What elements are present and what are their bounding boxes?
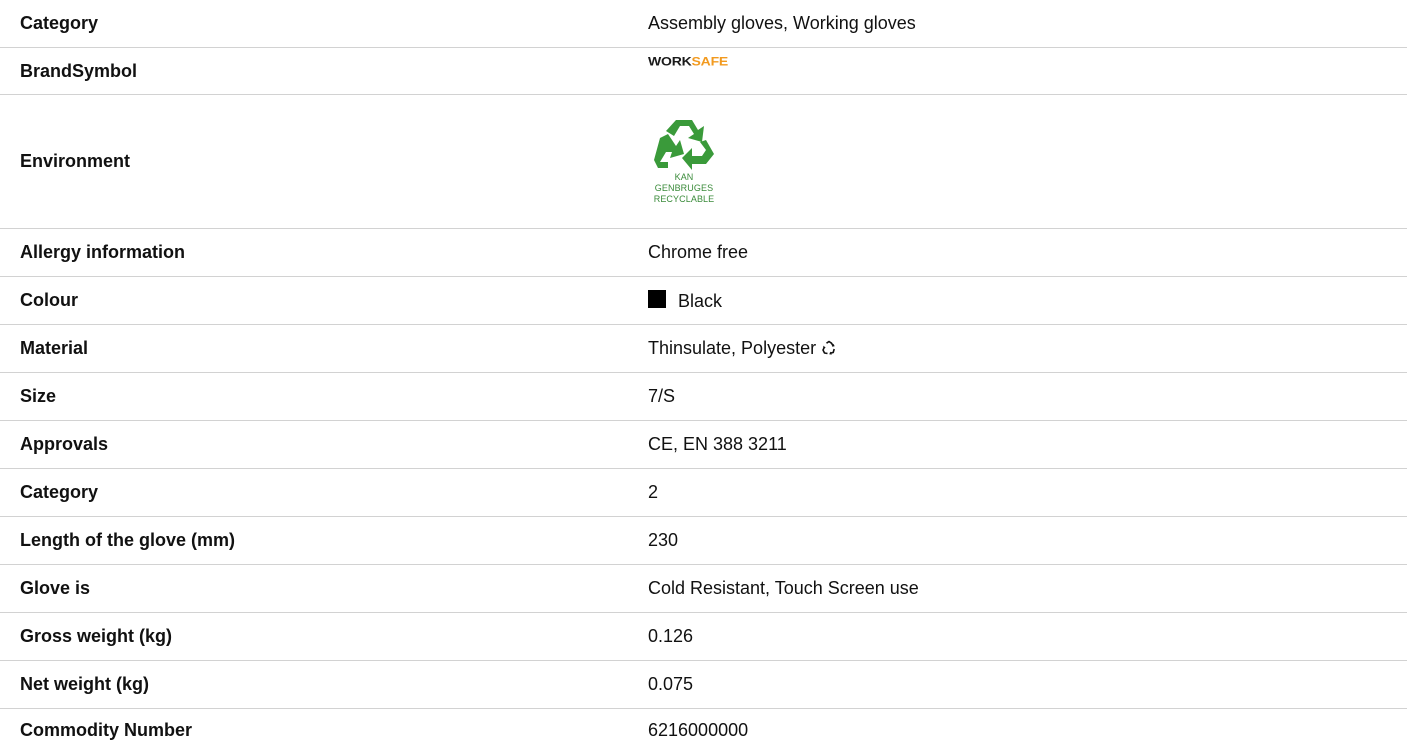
spec-value: CE, EN 388 3211 <box>648 434 787 454</box>
spec-row-approvals: Approvals CE, EN 388 3211 <box>0 420 1407 468</box>
spec-value: 0.126 <box>648 626 694 646</box>
spec-label: Category <box>20 482 99 502</box>
spec-value: Black <box>633 276 1407 324</box>
spec-label: BrandSymbol <box>20 60 138 81</box>
spec-value: 0.075 <box>648 674 694 694</box>
spec-label: Glove is <box>20 578 91 598</box>
spec-row-glove-is: Glove is Cold Resistant, Touch Screen us… <box>0 564 1407 612</box>
spec-value: 7/S <box>648 386 676 406</box>
badge-line-recyclable: RECYCLABLE <box>653 194 715 204</box>
spec-label: Approvals <box>20 434 109 454</box>
spec-row-net-weight: Net weight (kg) 0.075 <box>0 660 1407 708</box>
material-value: Thinsulate, Polyester <box>648 338 817 358</box>
spec-label: Commodity Number <box>20 720 193 741</box>
spec-label: Net weight (kg) <box>20 674 149 694</box>
spec-row-allergy-information: Allergy information Chrome free <box>0 228 1407 276</box>
spec-row-environment: Environment KAN GENBRUGES RECYCLABLE <box>0 94 1407 228</box>
spec-value: 6216000000 <box>648 720 749 741</box>
colour-value: Black <box>678 290 723 311</box>
color-swatch-icon <box>648 289 666 308</box>
brand-logo-part-work: WORK <box>648 53 692 68</box>
worksafe-brand-logo: WORKSAFE <box>648 54 728 68</box>
spec-row-category-level: Category 2 <box>0 468 1407 516</box>
spec-label: Allergy information <box>20 242 186 262</box>
recycle-icon <box>641 116 727 172</box>
spec-value: Cold Resistant, Touch Screen use <box>648 578 919 598</box>
spec-label: Length of the glove (mm) <box>20 530 235 550</box>
recyclable-badge: KAN GENBRUGES RECYCLABLE <box>641 116 727 205</box>
spec-value: Assembly gloves, Working gloves <box>648 13 916 34</box>
spec-value: KAN GENBRUGES RECYCLABLE <box>633 94 1407 228</box>
spec-row-glove-length: Length of the glove (mm) 230 <box>0 516 1407 564</box>
spec-label: Size <box>20 386 57 406</box>
spec-value: Thinsulate, Polyester <box>633 324 1407 372</box>
badge-line-genbruges: GENBRUGES <box>654 183 714 193</box>
spec-value: 2 <box>648 482 659 502</box>
spec-row-brand-symbol: BrandSymbol WORKSAFE <box>0 47 1407 94</box>
spec-row-commodity-number: Commodity Number 6216000000 <box>0 708 1407 752</box>
spec-value: 230 <box>648 530 679 550</box>
spec-row-size: Size 7/S <box>0 372 1407 420</box>
spec-value: WORKSAFE <box>633 47 1407 94</box>
spec-label: Category <box>20 13 99 34</box>
brand-logo-part-safe: SAFE <box>691 53 729 68</box>
spec-row-category: Category Assembly gloves, Working gloves <box>0 0 1407 47</box>
spec-label: Gross weight (kg) <box>20 626 173 646</box>
product-specifications-table: Category Assembly gloves, Working gloves… <box>0 0 1407 752</box>
badge-line-kan: KAN <box>674 172 694 182</box>
spec-label: Environment <box>20 151 131 171</box>
spec-row-colour: Colour Black <box>0 276 1407 324</box>
spec-label: Material <box>20 338 89 358</box>
spec-value: Chrome free <box>648 242 749 262</box>
spec-label: Colour <box>20 290 78 310</box>
spec-row-gross-weight: Gross weight (kg) 0.126 <box>0 612 1407 660</box>
recycle-icon <box>821 340 837 356</box>
spec-row-material: Material Thinsulate, Polyester <box>0 324 1407 372</box>
